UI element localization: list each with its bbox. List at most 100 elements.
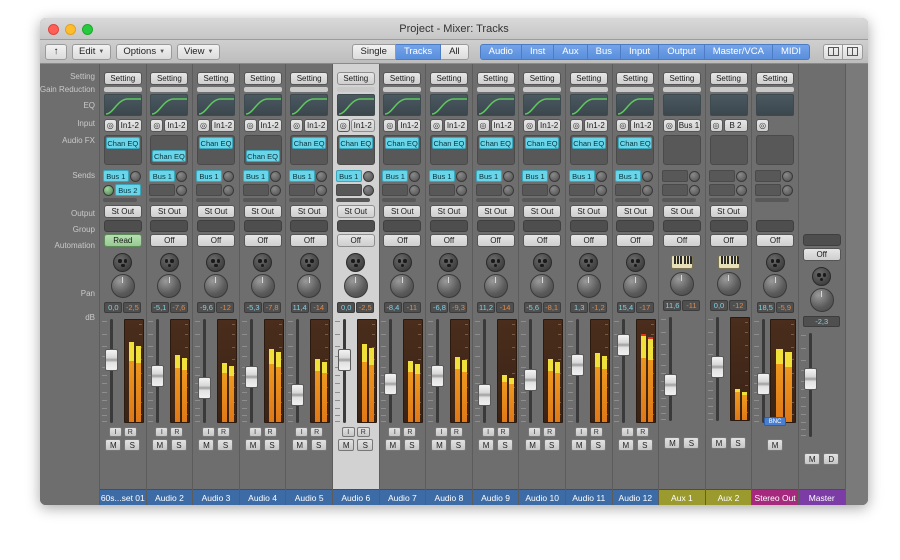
fx-slot-1[interactable]: Chan EQ bbox=[292, 137, 327, 149]
mute-button[interactable]: M bbox=[617, 439, 634, 451]
send-level-knob[interactable] bbox=[176, 184, 188, 196]
mute-button[interactable]: M bbox=[524, 439, 541, 451]
stereo-icon[interactable]: ◎ bbox=[662, 119, 676, 132]
eq-curve-display[interactable] bbox=[662, 94, 701, 116]
solo-button[interactable]: S bbox=[450, 439, 467, 451]
pan-knob[interactable] bbox=[763, 274, 788, 298]
send-extra-slot[interactable] bbox=[615, 198, 650, 202]
input-monitor-button[interactable]: I bbox=[574, 427, 588, 437]
group-selector[interactable] bbox=[383, 220, 422, 232]
input-selector[interactable]: In1-2 bbox=[350, 119, 375, 132]
output-selector[interactable]: St Out bbox=[662, 205, 701, 218]
eq-curve-display[interactable] bbox=[103, 94, 142, 116]
stereo-icon[interactable]: ◎ bbox=[523, 119, 537, 132]
fx-slot-2[interactable] bbox=[665, 150, 699, 162]
channel-strip-audio-8[interactable]: Setting ◎ In1-2 Chan EQ Bus 1 St Out Off -6,8 -9… bbox=[426, 64, 473, 505]
pan-knob[interactable] bbox=[390, 274, 415, 298]
track-name-label[interactable]: Audio 7 bbox=[379, 489, 426, 505]
track-name-label[interactable]: Audio 12 bbox=[612, 489, 659, 505]
mute-button[interactable]: M bbox=[198, 439, 215, 451]
fx-slot-2[interactable] bbox=[479, 150, 513, 162]
channel-strip-audio-3[interactable]: Setting ◎ In1-2 Chan EQ Bus 1 St Out Off -9,6 -1… bbox=[193, 64, 240, 505]
send-destination[interactable] bbox=[428, 184, 455, 196]
pan-knob[interactable] bbox=[297, 274, 322, 298]
input-monitor-button[interactable]: I bbox=[434, 427, 448, 437]
channel-strip-audio-5[interactable]: Setting ◎ In1-2 Chan EQ Bus 1 St Out Off 11,4 -1… bbox=[286, 64, 333, 505]
input-monitor-button[interactable]: I bbox=[108, 427, 122, 437]
send-extra-slot[interactable] bbox=[335, 198, 370, 202]
pan-value[interactable]: -1,2 bbox=[589, 302, 608, 313]
menu-view[interactable]: View ▼ bbox=[177, 43, 221, 60]
input-selector[interactable]: In1-2 bbox=[537, 119, 562, 132]
volume-value[interactable]: 1,3 bbox=[570, 302, 589, 313]
stereo-icon[interactable]: ◎ bbox=[196, 119, 210, 132]
volume-value[interactable]: 11,2 bbox=[477, 302, 496, 313]
automation-mode[interactable]: Off bbox=[243, 234, 282, 247]
send-destination[interactable] bbox=[289, 184, 316, 196]
volume-value[interactable]: 15,4 bbox=[616, 302, 635, 313]
group-selector[interactable] bbox=[709, 220, 748, 232]
automation-mode[interactable]: Off bbox=[802, 248, 841, 261]
send-level-knob[interactable] bbox=[782, 184, 794, 196]
volume-value[interactable]: 0,0 bbox=[710, 300, 729, 311]
setting-button[interactable]: Setting bbox=[383, 72, 422, 85]
stereo-icon[interactable]: ◎ bbox=[383, 119, 397, 132]
send-level-knob[interactable] bbox=[362, 170, 374, 182]
input-monitor-button[interactable]: I bbox=[341, 427, 355, 437]
send-level-knob[interactable] bbox=[102, 184, 114, 196]
fader-track[interactable] bbox=[668, 317, 672, 421]
input-selector[interactable]: In1-2 bbox=[304, 119, 329, 132]
send-level-knob[interactable] bbox=[642, 184, 654, 196]
volume-value[interactable]: 11,4 bbox=[290, 302, 309, 313]
send-destination[interactable]: Bus 1 bbox=[195, 170, 222, 182]
view-mode-tracks[interactable]: Tracks bbox=[395, 43, 442, 60]
track-name-label[interactable]: Audio 2 bbox=[146, 489, 193, 505]
pan-knob[interactable] bbox=[809, 288, 834, 312]
minimize-button[interactable] bbox=[65, 24, 76, 35]
group-selector[interactable] bbox=[662, 220, 701, 232]
panel-icon[interactable] bbox=[843, 43, 863, 60]
view-mode-single[interactable]: Single bbox=[351, 43, 396, 60]
send-extra-slot[interactable] bbox=[195, 198, 230, 202]
send-extra-slot[interactable] bbox=[568, 198, 603, 202]
send-level-knob[interactable] bbox=[129, 170, 141, 182]
fx-slot-2[interactable]: Chan EQ bbox=[245, 150, 280, 162]
volume-fader[interactable] bbox=[337, 349, 351, 372]
pan-knob[interactable] bbox=[623, 274, 648, 298]
volume-fader[interactable] bbox=[291, 383, 305, 406]
channel-strip-master[interactable]: Off -2,3 M D Master bbox=[798, 64, 846, 505]
filter-master-vca[interactable]: Master/VCA bbox=[704, 43, 773, 60]
volume-fader[interactable] bbox=[244, 365, 258, 388]
send-level-knob[interactable] bbox=[316, 184, 328, 196]
record-enable-button[interactable]: R bbox=[263, 427, 277, 437]
solo-button[interactable]: S bbox=[170, 439, 187, 451]
volume-value[interactable]: 18,5 bbox=[756, 302, 775, 313]
stereo-icon[interactable]: ◎ bbox=[476, 119, 490, 132]
eq-curve-display[interactable] bbox=[243, 94, 282, 116]
solo-button[interactable]: S bbox=[636, 439, 653, 451]
send-level-knob[interactable] bbox=[455, 184, 467, 196]
send-destination[interactable]: Bus 1 bbox=[522, 170, 549, 182]
eq-curve-display[interactable] bbox=[569, 94, 608, 116]
output-selector[interactable]: St Out bbox=[616, 205, 655, 218]
mute-button[interactable]: M bbox=[105, 439, 122, 451]
mute-button[interactable]: M bbox=[711, 437, 728, 449]
solo-button[interactable]: S bbox=[357, 439, 374, 451]
send-level-knob[interactable] bbox=[549, 184, 561, 196]
volume-value[interactable]: -6,8 bbox=[430, 302, 449, 313]
mute-button[interactable]: M bbox=[384, 439, 401, 451]
channel-strip-audio-7[interactable]: Setting ◎ In1-2 Chan EQ Bus 1 St Out Off -8,4 -1… bbox=[379, 64, 427, 505]
input-selector[interactable]: B 2 bbox=[723, 119, 748, 132]
record-enable-button[interactable]: R bbox=[636, 427, 650, 437]
send-destination[interactable] bbox=[195, 184, 222, 196]
automation-mode[interactable]: Off bbox=[196, 234, 235, 247]
eq-curve-display[interactable] bbox=[429, 94, 468, 116]
volume-value[interactable]: -5,3 bbox=[244, 302, 263, 313]
send-level-knob[interactable] bbox=[409, 170, 421, 182]
filter-inst[interactable]: Inst bbox=[521, 43, 555, 60]
setting-button[interactable]: Setting bbox=[662, 72, 701, 85]
fx-slot-1[interactable]: Chan EQ bbox=[105, 137, 140, 149]
send-destination[interactable]: Bus 1 bbox=[149, 170, 176, 182]
stereo-icon[interactable]: ◎ bbox=[756, 119, 770, 132]
track-name-label[interactable]: Aux 1 bbox=[659, 489, 705, 505]
